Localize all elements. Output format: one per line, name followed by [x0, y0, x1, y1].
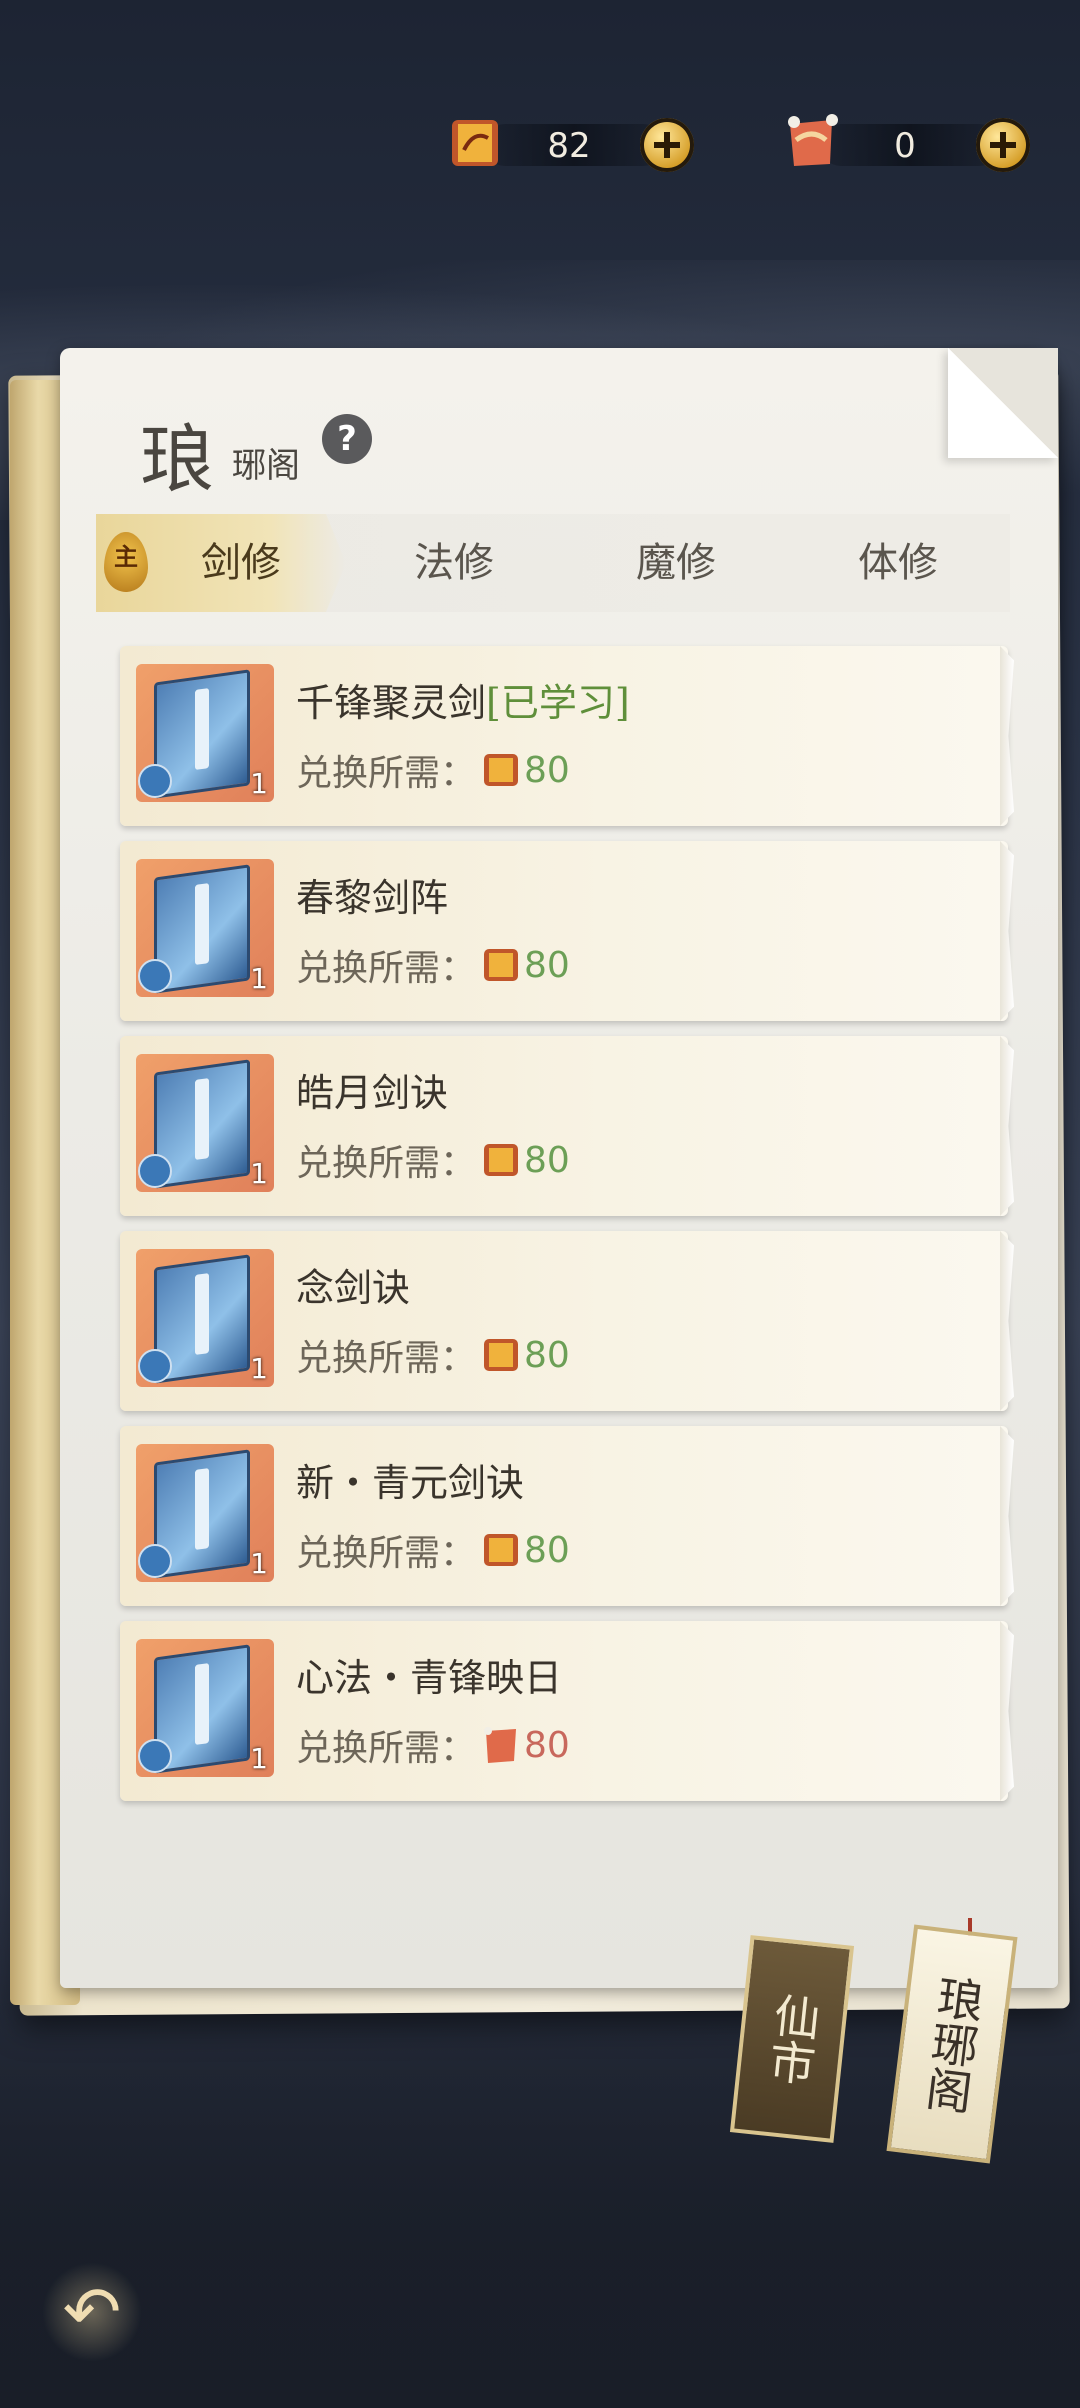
tab-demon[interactable]: 魔修 [576, 514, 776, 612]
bookmark-market[interactable]: 仙市 [729, 1935, 855, 2143]
cost-label: 兑换所需： [296, 1338, 477, 1379]
main-badge-icon: 主 [104, 532, 148, 592]
tab-label: 魔修 [636, 540, 716, 586]
learned-status: [已学习] [486, 681, 630, 725]
skill-name: 新・青元剑诀 [296, 1461, 525, 1505]
skill-level: 1 [250, 1157, 268, 1190]
page-title-small: 琊阁 [232, 446, 300, 486]
cost-label: 兑换所需： [296, 948, 477, 989]
token-currency-icon [788, 114, 838, 166]
tab-magic[interactable]: 法修 [354, 514, 554, 612]
skill-level: 1 [250, 962, 268, 995]
skill-level: 1 [250, 1742, 268, 1775]
skill-type-icon [138, 959, 172, 993]
scroll-currency-icon [484, 949, 519, 981]
skill-type-icon [138, 1154, 172, 1188]
cost-value: 80 [524, 1724, 570, 1766]
cost-value: 80 [524, 1139, 570, 1181]
tab-label: 法修 [414, 540, 494, 586]
currency-token: 0 [780, 114, 1030, 172]
skill-item[interactable]: 1 心法・青锋映日 兑换所需： 80 [120, 1621, 1008, 1801]
skill-level: 1 [250, 1352, 268, 1385]
skill-item[interactable]: 1 皓月剑诀 兑换所需： 80 [120, 1036, 1008, 1216]
page-title-large: 琅 [140, 417, 214, 503]
skill-item[interactable]: 1 新・青元剑诀 兑换所需： 80 [120, 1426, 1008, 1606]
scroll-currency-icon [484, 754, 519, 786]
tab-sword[interactable]: 主 剑修 [96, 514, 346, 612]
scroll-currency-icon [484, 1534, 519, 1566]
skill-level: 1 [250, 767, 268, 800]
skill-book-icon: 1 [136, 1639, 274, 1777]
skill-book-icon: 1 [136, 1249, 274, 1387]
skill-book-icon: 1 [136, 664, 274, 802]
cost-label: 兑换所需： [296, 753, 477, 794]
skill-type-icon [138, 1544, 172, 1578]
skill-cost: 兑换所需： 80 [296, 1329, 570, 1381]
skill-name: 千锋聚灵剑[已学习] [296, 681, 630, 725]
skill-book-icon: 1 [136, 859, 274, 997]
scroll-currency-icon [452, 120, 498, 166]
tab-label: 剑修 [201, 540, 281, 586]
skill-cost: 兑换所需： 80 [296, 1134, 570, 1186]
skill-name: 皓月剑诀 [296, 1071, 449, 1115]
skill-item[interactable]: 1 春黎剑阵 兑换所需： 80 [120, 841, 1008, 1021]
undo-arrow-icon[interactable]: ↶ [42, 2262, 142, 2362]
skill-item[interactable]: 1 千锋聚灵剑[已学习] 兑换所需： 80 [120, 646, 1008, 826]
skill-name: 心法・青锋映日 [296, 1656, 563, 1700]
token-currency-icon [484, 1727, 517, 1763]
skill-type-icon [138, 1739, 172, 1773]
currency-token-value: 0 [894, 126, 916, 166]
skill-name: 春黎剑阵 [296, 876, 449, 920]
add-scroll-currency-button[interactable] [640, 118, 694, 172]
skill-cost: 兑换所需： 80 [296, 1524, 570, 1576]
currency-scroll: 82 [444, 118, 694, 172]
skill-name: 念剑诀 [296, 1266, 411, 1310]
skill-level: 1 [250, 1547, 268, 1580]
cost-value: 80 [524, 1529, 570, 1571]
category-tabs: 主 剑修 法修 魔修 体修 [96, 514, 1010, 612]
tab-body[interactable]: 体修 [798, 514, 998, 612]
skill-book-icon: 1 [136, 1444, 274, 1582]
add-token-currency-button[interactable] [976, 118, 1030, 172]
skill-book-icon: 1 [136, 1054, 274, 1192]
currency-scroll-value: 82 [547, 126, 591, 166]
skill-cost: 兑换所需： 80 [296, 1719, 570, 1771]
skill-cost: 兑换所需： 80 [296, 744, 570, 796]
cost-value: 80 [524, 1334, 570, 1376]
skill-type-icon [138, 1349, 172, 1383]
skill-list: 1 千锋聚灵剑[已学习] 兑换所需： 80 1 春黎剑阵 兑换所需： 80 1 … [120, 646, 1010, 1816]
tab-label: 体修 [858, 540, 938, 586]
scroll-currency-icon [484, 1144, 519, 1176]
cost-value: 80 [524, 749, 570, 791]
scroll-currency-icon [484, 1339, 519, 1371]
cost-label: 兑换所需： [296, 1728, 477, 1769]
skill-cost: 兑换所需： 80 [296, 939, 570, 991]
cost-label: 兑换所需： [296, 1143, 477, 1184]
skill-type-icon [138, 764, 172, 798]
cost-label: 兑换所需： [296, 1533, 477, 1574]
skill-item[interactable]: 1 念剑诀 兑换所需： 80 [120, 1231, 1008, 1411]
cost-value: 80 [524, 944, 570, 986]
help-button[interactable]: ? [322, 414, 372, 464]
page-dog-ear [948, 348, 1058, 458]
